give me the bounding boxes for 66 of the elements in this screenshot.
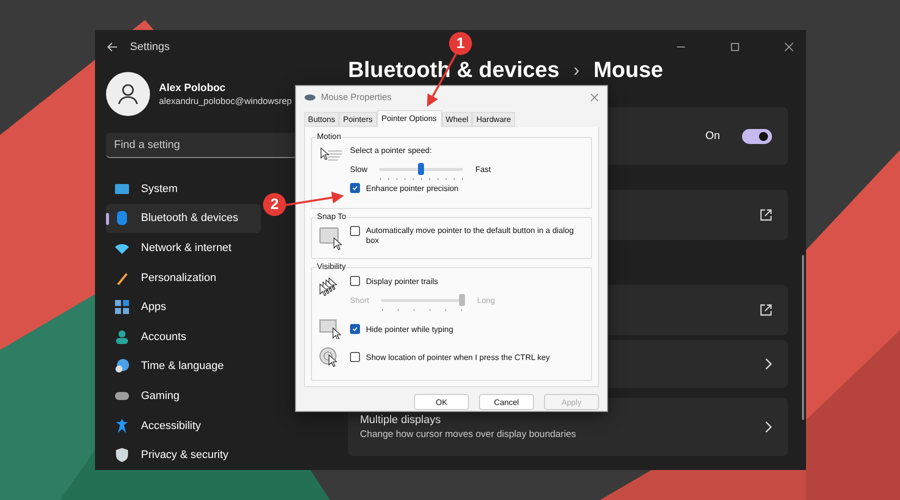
tab[interactable]: Wheel xyxy=(442,112,472,127)
shield-icon xyxy=(114,447,130,464)
scrollbar[interactable] xyxy=(802,255,804,420)
fast-label: Fast xyxy=(475,164,491,174)
sidebar-item[interactable]: Time & language xyxy=(106,352,261,382)
user-email: alexandru_poloboc@windowsrep xyxy=(159,96,292,106)
trail-length-slider[interactable] xyxy=(381,294,466,311)
long-label: Long xyxy=(477,296,495,304)
breadcrumb-separator: › xyxy=(573,60,580,80)
apps-icon xyxy=(114,299,130,316)
group-heading: Visibility xyxy=(316,262,347,271)
short-label: Short xyxy=(350,296,370,304)
chevron-right-icon xyxy=(764,421,772,433)
pointer-speed-label: Select a pointer speed: xyxy=(350,146,433,155)
checkbox-label[interactable]: Display pointer trails xyxy=(366,276,438,286)
check-icon xyxy=(352,326,358,332)
sidebar-item[interactable]: Gaming xyxy=(106,381,261,411)
close-icon[interactable] xyxy=(784,42,794,52)
tab[interactable]: Pointer Options xyxy=(376,110,442,127)
person-icon xyxy=(114,328,130,345)
checkbox[interactable] xyxy=(350,324,360,334)
check-icon xyxy=(352,185,358,191)
checkbox-label[interactable]: Show location of pointer when I press the CTRL key xyxy=(366,352,550,362)
sidebar-item[interactable]: Network & internet xyxy=(106,233,261,263)
checkbox-label[interactable]: Enhance pointer precision xyxy=(366,184,459,192)
mouse-icon xyxy=(304,94,316,100)
group-heading: Motion xyxy=(316,132,342,141)
person-icon xyxy=(117,82,139,105)
sidebar-item[interactable]: Personalization xyxy=(106,262,261,292)
external-link-icon xyxy=(760,304,772,316)
page-title: Mouse xyxy=(593,57,664,83)
checkbox[interactable] xyxy=(350,352,360,362)
dialog-title: Mouse Properties xyxy=(321,92,393,102)
dialog-button[interactable]: Cancel xyxy=(479,394,534,410)
chevron-right-icon xyxy=(764,358,772,370)
snap-to-icon xyxy=(318,226,344,250)
annotation-arrow xyxy=(286,192,344,206)
slow-label: Slow xyxy=(350,164,368,174)
pointer-speed-slider[interactable] xyxy=(379,163,464,180)
tab[interactable]: Hardware xyxy=(472,112,516,127)
sidebar-item[interactable]: Accounts xyxy=(106,322,261,352)
checkbox-label[interactable]: Hide pointer while typing xyxy=(366,324,454,334)
sidebar-item[interactable]: Bluetooth & devices xyxy=(106,204,261,234)
dialog-button[interactable]: OK xyxy=(414,394,469,410)
checkbox[interactable] xyxy=(350,276,360,286)
sidebar-item[interactable]: Accessibility xyxy=(106,410,261,440)
user-name: Alex Poloboc xyxy=(159,82,227,94)
toggle-switch[interactable] xyxy=(742,128,772,144)
group-heading: Snap To xyxy=(316,212,348,221)
back-arrow-icon[interactable] xyxy=(107,42,118,52)
hide-pointer-icon xyxy=(318,319,344,339)
tab[interactable]: Pointers xyxy=(339,112,376,127)
sidebar-item[interactable]: Apps xyxy=(106,292,261,322)
card-title: Multiple displays xyxy=(360,414,442,426)
checkbox[interactable] xyxy=(350,226,360,236)
slider-thumb[interactable] xyxy=(418,163,424,175)
toggle-state: On xyxy=(705,130,720,142)
close-icon[interactable] xyxy=(590,92,599,102)
checkbox[interactable] xyxy=(350,183,360,193)
maximize-icon[interactable] xyxy=(730,42,740,52)
window-title: Settings xyxy=(130,41,170,53)
tab[interactable]: Buttons xyxy=(304,112,340,127)
external-link-icon xyxy=(760,209,772,221)
card-subtitle: Change how cursor moves over display boundaries xyxy=(360,429,577,440)
sidebar-item[interactable]: Privacy & security xyxy=(106,440,261,470)
sidebar-item[interactable]: System xyxy=(106,174,261,204)
